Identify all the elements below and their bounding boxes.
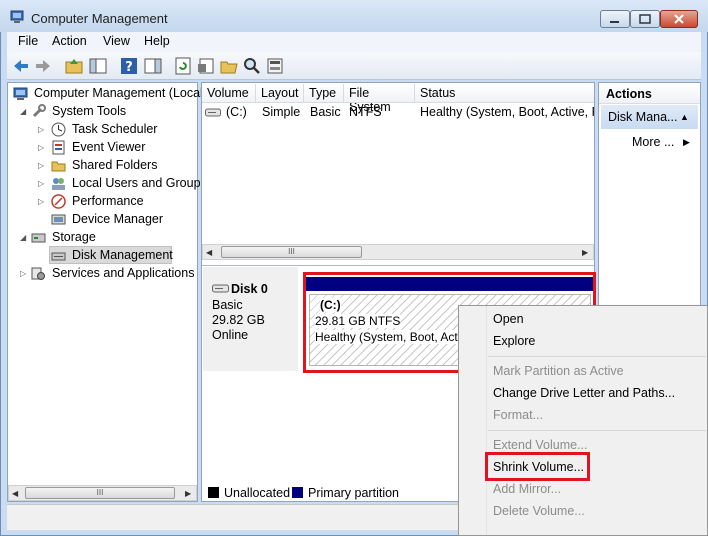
scroll-right-arrow-icon[interactable]: ▶ (185, 489, 191, 498)
up-folder-icon[interactable] (64, 56, 84, 76)
cell-volume: (C:) (226, 105, 247, 119)
toolbar (7, 52, 701, 80)
cell-status: Healthy (System, Boot, Active, Pr (420, 105, 594, 119)
menu-action[interactable]: Action (52, 34, 87, 48)
collapse-arrow-icon[interactable]: ◢ (20, 107, 26, 116)
tree-item-task-scheduler[interactable]: Task Scheduler (72, 122, 157, 136)
context-menu-gutter (486, 306, 487, 535)
window-title: Computer Management (31, 11, 168, 26)
collapse-arrow-icon[interactable]: ◢ (20, 233, 26, 242)
volume-list-scrollbar-thumb[interactable]: III (221, 246, 362, 258)
legend-swatch-primary (292, 487, 303, 498)
search-icon[interactable] (242, 56, 262, 76)
tree-item-system-tools[interactable]: System Tools (52, 104, 126, 118)
tree-item-device-manager[interactable]: Device Manager (72, 212, 163, 226)
scroll-right-arrow-icon[interactable]: ▶ (582, 248, 588, 257)
drive-icon (205, 108, 221, 117)
expand-arrow-icon[interactable]: ▷ (38, 161, 44, 170)
menu-file[interactable]: File (18, 34, 38, 48)
users-icon (52, 178, 65, 190)
expand-arrow-icon[interactable]: ▷ (20, 269, 26, 278)
menu-item-delete-volume: Delete Volume... (493, 504, 585, 518)
tree-item-event-viewer[interactable]: Event Viewer (72, 140, 145, 154)
actions-section-label: Disk Mana... (608, 110, 678, 124)
column-header-volume[interactable]: Volume (202, 84, 256, 102)
disk-state: Online (212, 328, 249, 342)
actions-more[interactable]: More ... (632, 135, 674, 149)
menu-separator (488, 356, 706, 357)
scroll-left-arrow-icon[interactable]: ◀ (206, 248, 212, 257)
open-folder-icon[interactable] (219, 56, 239, 76)
disk-icon (212, 284, 229, 293)
column-header-type[interactable]: Type (304, 84, 344, 102)
tree-item-shared-folders[interactable]: Shared Folders (72, 158, 157, 172)
disk-name: Disk 0 (231, 282, 268, 296)
expand-arrow-icon[interactable]: ▷ (38, 125, 44, 134)
disk-properties-icon[interactable] (265, 56, 285, 76)
actions-header: Actions (599, 84, 700, 104)
help-icon[interactable]: ? (119, 56, 139, 76)
show-action-pane-icon[interactable] (143, 56, 163, 76)
minimize-button[interactable] (600, 10, 630, 28)
back-arrow-icon[interactable] (11, 56, 31, 76)
menu-item-mark-active: Mark Partition as Active (493, 364, 624, 378)
event-viewer-icon (52, 140, 65, 155)
shrink-volume-highlight-box (485, 452, 590, 481)
cell-type: Basic (310, 105, 341, 119)
scroll-left-arrow-icon[interactable]: ◀ (12, 489, 18, 498)
tree-item-storage[interactable]: Storage (52, 230, 96, 244)
properties-icon[interactable] (196, 56, 216, 76)
clock-icon (51, 122, 66, 137)
performance-icon (51, 194, 66, 209)
tree-scrollbar-thumb[interactable]: III (25, 487, 175, 499)
column-header-status[interactable]: Status (415, 84, 594, 102)
menu-separator (488, 430, 706, 431)
legend-label-unallocated: Unallocated (224, 486, 291, 500)
tree-item-disk-management[interactable]: Disk Management (72, 248, 173, 262)
column-header-file-system[interactable]: File System (344, 84, 415, 114)
device-manager-icon (51, 214, 66, 225)
show-console-tree-icon[interactable] (88, 56, 108, 76)
forward-arrow-icon[interactable] (33, 56, 53, 76)
menu-view[interactable]: View (103, 34, 130, 48)
disk-type: Basic (212, 298, 243, 312)
close-button[interactable] (660, 10, 698, 28)
tree-item-services[interactable]: Services and Applications (52, 266, 194, 280)
svg-text:?: ? (125, 60, 133, 75)
tools-icon (32, 104, 46, 118)
expand-arrow-icon[interactable]: ▷ (38, 143, 44, 152)
menu-item-explore[interactable]: Explore (493, 334, 535, 348)
expand-arrow-icon[interactable]: ▷ (38, 179, 44, 188)
menu-item-open[interactable]: Open (493, 312, 524, 326)
menu-item-extend-volume: Extend Volume... (493, 438, 588, 452)
expand-arrow-icon[interactable]: ▷ (38, 197, 44, 206)
column-header-layout[interactable]: Layout (256, 84, 304, 102)
computer-management-icon (13, 87, 28, 100)
submenu-arrow-icon: ▶ (683, 137, 690, 147)
storage-icon (31, 233, 46, 243)
disk-management-icon (51, 252, 66, 261)
tree-item-local-users[interactable]: Local Users and Groups (72, 176, 207, 190)
menu-item-format: Format... (493, 408, 544, 422)
tree-item-root[interactable]: Computer Management (Local (34, 86, 203, 100)
disk-size: 29.82 GB (212, 313, 265, 327)
services-icon (31, 267, 45, 280)
collapse-up-arrow-icon[interactable]: ▲ (680, 112, 689, 122)
menu-item-add-mirror: Add Mirror... (493, 482, 562, 496)
cell-layout: Simple (262, 105, 301, 119)
menu-item-change-drive-letter[interactable]: Change Drive Letter and Paths... (493, 386, 675, 400)
cell-file-system: NTFS (349, 105, 382, 119)
maximize-icon (639, 14, 651, 24)
maximize-button[interactable] (630, 10, 660, 28)
minimize-icon (610, 21, 619, 23)
shared-folder-icon (51, 161, 66, 172)
legend-label-primary: Primary partition (308, 486, 399, 500)
tree-item-performance[interactable]: Performance (72, 194, 144, 208)
legend-swatch-unallocated (208, 487, 219, 498)
close-icon (674, 14, 684, 24)
menu-help[interactable]: Help (144, 34, 170, 48)
refresh-icon[interactable] (173, 56, 193, 76)
computer-management-icon (10, 10, 24, 23)
